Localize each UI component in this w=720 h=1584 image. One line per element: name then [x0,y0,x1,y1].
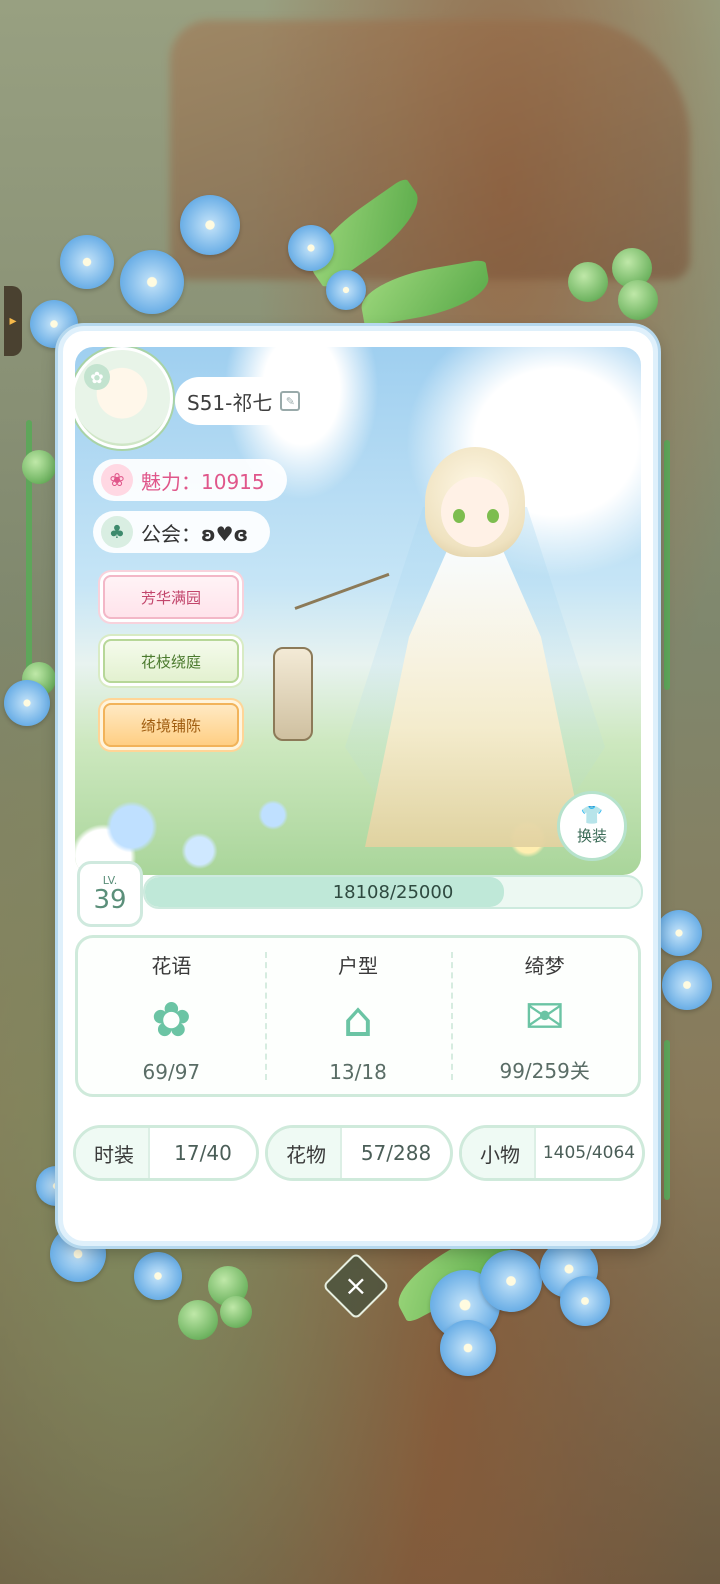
bluebell-flower [4,680,50,726]
green-bud [568,262,608,302]
item-value: 1405/4064 [542,1143,636,1163]
collection-count: 99/259关 [499,1059,590,1083]
lantern [273,647,313,741]
bluebell-flower [134,1252,182,1300]
change-outfit-button[interactable]: 👕 换装 [557,791,627,861]
guild-value: ʚ♥ɞ [201,521,249,546]
quill-letter-icon: ✉ [524,989,565,1045]
bluebell-flower [440,1320,496,1376]
collection-count: 69/97 [142,1060,201,1084]
collection-count: 13/18 [329,1060,387,1084]
item-value: 57/288 [360,1141,432,1165]
item-label: 小物 [462,1128,536,1178]
character-showcase: ✿ S51-祁七 ✎ ❀ 魅力：10915 ♣ 公会：ʚ♥ɞ 芳华满园 花枝绕庭… [75,347,641,875]
item-stat-fashion[interactable]: 时装 17/40 [73,1125,259,1181]
green-bud [220,1296,252,1328]
title-badge-1[interactable]: 芳华满园 [103,575,239,619]
charm-label: 魅力： [141,469,201,494]
level-number: 39 [93,885,127,915]
collection-panel: 花语 ✿ 69/97 户型 ⌂ 13/18 绮梦 ✉ 99/259关 [75,935,641,1097]
vine [664,1040,670,1200]
green-bud [178,1300,218,1340]
vine [664,440,670,690]
item-label: 时装 [76,1128,150,1178]
character-face [441,477,509,547]
collection-dream[interactable]: 绮梦 ✉ 99/259关 [451,938,638,1094]
player-name-pill[interactable]: S51-祁七 ✎ [175,377,315,425]
close-icon: × [344,1269,368,1302]
bluebell-flower [560,1276,610,1326]
rose-icon: ❀ [101,464,133,496]
charm-stat: ❀ 魅力：10915 [93,459,287,501]
bluebell-flower [326,270,366,310]
guild-label: 公会： [141,521,201,546]
character-eye [487,509,499,523]
experience-text: 18108/25000 [332,881,454,903]
guild-stat[interactable]: ♣ 公会：ʚ♥ɞ [93,511,271,553]
item-value: 17/40 [174,1141,232,1165]
bluebell-flower [60,235,114,289]
bluebell-flower [480,1250,542,1312]
change-outfit-label: 换装 [576,826,607,845]
title-badge-3[interactable]: 绮境铺陈 [103,703,239,747]
player-profile-card: ✿ S51-祁七 ✎ ❀ 魅力：10915 ♣ 公会：ʚ♥ɞ 芳华满园 花枝绕庭… [58,326,658,1246]
item-stat-small-items[interactable]: 小物 1405/4064 [459,1125,645,1181]
collection-title: 花语 [151,954,192,978]
title-badge-2[interactable]: 花枝绕庭 [103,639,239,683]
collection-house-type[interactable]: 户型 ⌂ 13/18 [264,938,452,1094]
house-icon: ⌂ [342,991,374,1048]
collection-title: 绮梦 [524,954,565,978]
item-stat-flowers[interactable]: 花物 57/288 [265,1125,453,1181]
bluebell-flower [288,225,334,271]
bluebell-flower [656,910,702,956]
charm-value: 10915 [201,469,265,494]
character-figure [345,447,605,847]
edit-name-icon[interactable]: ✎ [280,391,301,411]
player-avatar[interactable]: ✿ [75,347,173,449]
collection-title: 户型 [338,954,378,978]
bluebell-flower [120,250,184,314]
flower-icon: ✿ [151,991,192,1048]
collection-flower-language[interactable]: 花语 ✿ 69/97 [78,938,265,1094]
level-badge: LV. 39 [77,861,143,927]
guild-emblem-icon: ♣ [101,516,133,548]
shirt-icon: 👕 [580,804,604,826]
side-expand-tab[interactable]: ▸ [4,286,22,356]
bluebell-flower [662,960,712,1010]
green-bud [22,450,56,484]
bluebell-flower [180,195,240,255]
experience-bar: 18108/25000 [143,875,643,909]
character-eye [453,509,465,523]
blurred-roof [170,20,690,280]
item-label: 花物 [268,1128,342,1178]
player-name: S51-祁七 [187,390,273,415]
green-bud [618,280,658,320]
avatar-flower-badge-icon: ✿ [84,364,110,390]
